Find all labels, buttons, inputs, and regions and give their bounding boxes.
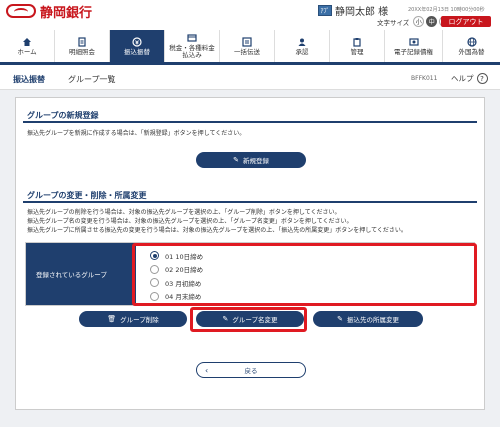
breadcrumb-category: 振込振替 (13, 75, 45, 84)
nav-item-bulk-transfer[interactable]: 一括伝送 (220, 30, 275, 62)
button-label: グループ削除 (120, 316, 159, 324)
screen-id: BFFK011 (411, 75, 438, 82)
font-size-medium-button[interactable]: 中 (426, 16, 438, 27)
group-membership-button[interactable]: ✎ 振込先の所属変更 (313, 311, 423, 327)
last-login-time: 20XX年02月13日 10時00分00秒 (408, 7, 485, 13)
button-label: 新規登録 (242, 157, 269, 165)
global-nav: ホーム 明細照会 振込振替 税金・各種料金 払込み 一括伝送 承認 管理 電子記… (0, 30, 500, 65)
group-select-label: 登録されているグループ (26, 243, 136, 305)
nav-item-transfer[interactable]: 振込振替 (110, 30, 165, 62)
new-section-description: 振込先グループを新規に作成する場合は、「新規登録」ボタンを押してください。 (27, 130, 246, 137)
nav-label: 外国為替 (458, 47, 485, 56)
highlight-frame-rename (190, 307, 307, 332)
button-label: 戻る (244, 367, 258, 375)
edit-description-rename: 振込先グループ名の変更を行う場合は、対象の振込先グループを選択の上、「グループ名… (27, 218, 353, 225)
pencil-icon: ✎ (233, 156, 239, 164)
help-icon: ? (476, 73, 488, 84)
page-titlebar: 振込振替 グループ一覧 BFFK011 ヘルプ ? (0, 66, 500, 90)
group-delete-button[interactable]: 🗑 グループ削除 (79, 311, 187, 327)
edit-description-membership: 振込先グループに所属させる振込先の変更を行う場合は、対象の振込先グループを選択の… (27, 227, 407, 234)
page-title: グループ一覧 (68, 75, 116, 84)
e-bond-icon (408, 37, 419, 46)
approval-icon (298, 38, 306, 46)
trash-icon: 🗑 (107, 315, 117, 323)
pencil-icon: ✎ (337, 315, 343, 323)
chevron-left-icon: ‹ (205, 365, 209, 375)
header: 静岡銀行 ｱﾌﾟ 静岡太郎 様 20XX年02月13日 10時00分00秒 文字… (0, 0, 500, 30)
management-icon (353, 37, 361, 47)
nav-label: 税金・各種料金 払込み (169, 44, 215, 59)
bulk-transfer-icon (242, 36, 252, 47)
nav-item-home[interactable]: ホーム (0, 30, 55, 62)
section-divider (23, 201, 477, 203)
edit-description-delete: 振込先グループの削除を行う場合は、対象の振込先グループを選択の上、「グループ削除… (27, 209, 341, 216)
highlight-frame-radios (132, 243, 477, 306)
transfer-icon (132, 36, 142, 47)
section-divider (23, 121, 477, 123)
font-size-small-button[interactable]: 小 (413, 16, 425, 27)
bank-name: 静岡銀行 (40, 5, 93, 21)
user-badge-icon: ｱﾌﾟ (318, 5, 332, 16)
home-icon (23, 37, 31, 46)
document-icon (78, 36, 86, 47)
button-label: 振込先の所属変更 (346, 316, 399, 324)
new-register-button[interactable]: ✎ 新規登録 (196, 152, 306, 168)
bank-logo: 静岡銀行 (6, 4, 93, 21)
nav-label: ホーム (17, 47, 37, 56)
globe-icon (466, 36, 477, 47)
nav-item-forex[interactable]: 外国為替 (443, 30, 500, 62)
tax-icon (187, 34, 197, 42)
nav-label: 電子記録債権 (394, 47, 433, 56)
nav-label: 振込振替 (124, 47, 150, 56)
nav-label: 承認 (295, 47, 309, 56)
new-section-title: グループの新規登録 (27, 111, 99, 120)
help-link[interactable]: ヘルプ ? (451, 73, 488, 84)
nav-item-approval[interactable]: 承認 (275, 30, 330, 62)
bank-logo-icon (6, 4, 36, 18)
nav-item-tax-payment[interactable]: 税金・各種料金 払込み (165, 30, 220, 62)
help-label: ヘルプ (451, 74, 474, 83)
font-size-label: 文字サイズ (377, 18, 410, 27)
nav-label: 明細照会 (69, 47, 95, 56)
logout-button[interactable]: ログアウト (441, 16, 491, 27)
nav-label: 一括伝送 (234, 47, 260, 56)
nav-label: 管理 (350, 47, 364, 56)
nav-item-statements[interactable]: 明細照会 (55, 30, 110, 62)
back-button[interactable]: ‹ 戻る (196, 362, 306, 378)
nav-item-e-bond[interactable]: 電子記録債権 (385, 30, 443, 62)
nav-item-management[interactable]: 管理 (330, 30, 385, 62)
edit-section-title: グループの変更・削除・所属変更 (27, 191, 147, 200)
